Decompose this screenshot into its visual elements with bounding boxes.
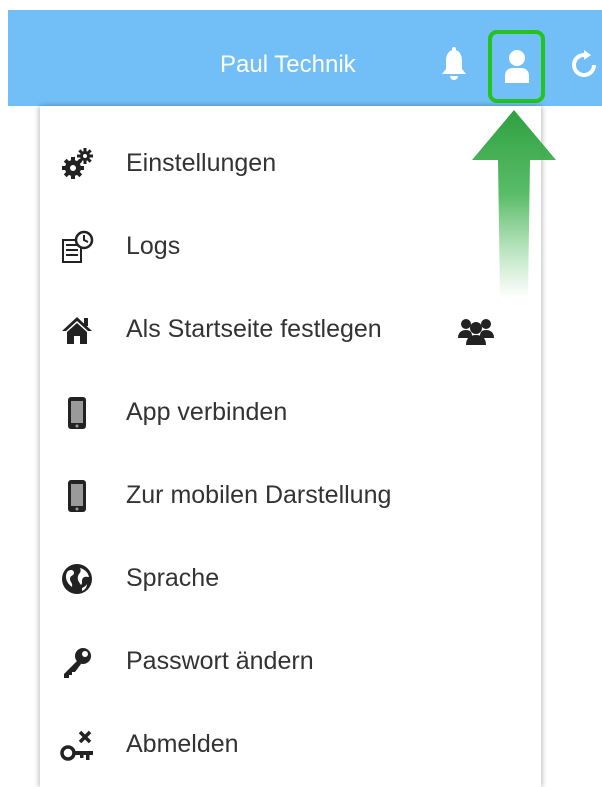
home-icon: [62, 317, 92, 344]
user-icon: [505, 50, 529, 83]
annotation-arrow: [472, 110, 556, 298]
mobile-phone-icon: [68, 480, 86, 512]
logout-key-icon: [60, 730, 93, 761]
page: Paul Technik Einstellungen Logs Als Star…: [0, 0, 602, 787]
logs-icon: [62, 230, 94, 263]
menu-item-label: Zur mobilen Darstellung: [126, 481, 392, 509]
menu-item-label: Einstellungen: [126, 149, 277, 177]
menu-item-settings[interactable]: Einstellungen: [40, 126, 541, 196]
menu-item-set-homepage[interactable]: Als Startseite festlegen: [40, 292, 541, 362]
menu-item-label: Logs: [126, 232, 181, 260]
top-bar: Paul Technik: [8, 10, 602, 106]
group-icon[interactable]: [456, 316, 496, 346]
menu-item-label: Als Startseite festlegen: [126, 315, 382, 343]
user-dropdown-menu: Einstellungen Logs Als Startseite festle…: [40, 106, 541, 787]
menu-item-connect-app[interactable]: App verbinden: [40, 375, 541, 445]
refresh-icon[interactable]: [569, 50, 599, 80]
bell-icon[interactable]: [438, 47, 470, 83]
menu-item-logs[interactable]: Logs: [40, 209, 541, 279]
menu-item-mobile-view[interactable]: Zur mobilen Darstellung: [40, 458, 541, 528]
menu-item-language[interactable]: Sprache: [40, 541, 541, 611]
menu-item-logout[interactable]: Abmelden: [40, 707, 541, 777]
mobile-phone-icon: [68, 397, 86, 429]
user-menu-button[interactable]: [488, 30, 545, 103]
menu-item-change-password[interactable]: Passwort ändern: [40, 624, 541, 694]
menu-item-label: Passwort ändern: [126, 647, 314, 675]
globe-icon: [62, 564, 92, 594]
menu-item-label: Sprache: [126, 564, 220, 592]
key-icon: [64, 648, 91, 678]
gears-icon: [62, 148, 93, 179]
menu-item-label: App verbinden: [126, 398, 288, 426]
menu-item-label: Abmelden: [126, 730, 239, 758]
user-name[interactable]: Paul Technik: [220, 50, 356, 80]
